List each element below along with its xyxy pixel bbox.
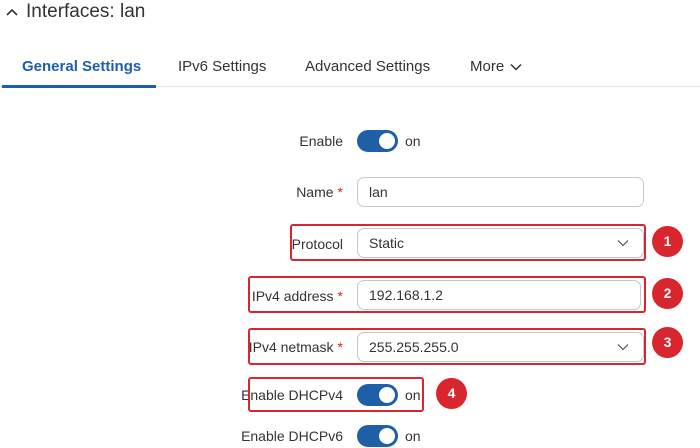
active-tab-indicator — [2, 85, 156, 88]
toggle-knob — [379, 133, 395, 149]
page-header: Interfaces: lan — [0, 0, 700, 28]
annotation-badge-2: 2 — [652, 278, 683, 309]
chevron-up-icon[interactable] — [4, 4, 20, 20]
enable-dhcpv6-label: Enable DHCPv6 — [241, 428, 343, 444]
enable-dhcpv6-state: on — [405, 428, 421, 444]
tab-advanced-settings[interactable]: Advanced Settings — [305, 58, 430, 75]
annotation-badge-3: 3 — [652, 327, 683, 358]
tab-more-label: More — [470, 58, 505, 75]
enable-toggle[interactable] — [357, 130, 398, 152]
enable-state: on — [405, 133, 421, 149]
required-mark: * — [337, 184, 343, 200]
annotation-badge-1: 1 — [652, 226, 683, 257]
enable-dhcpv6-toggle[interactable] — [357, 425, 398, 447]
tab-more[interactable]: More — [470, 58, 522, 75]
annotation-badge-4: 4 — [436, 378, 467, 409]
tab-ipv6-settings[interactable]: IPv6 Settings — [178, 58, 266, 75]
name-label: Name * — [296, 184, 343, 200]
chevron-down-icon — [510, 63, 522, 71]
toggle-knob — [379, 428, 395, 444]
highlight-box-dhcpv4 — [248, 377, 424, 412]
enable-label: Enable — [299, 133, 343, 149]
name-input[interactable]: lan — [357, 177, 644, 207]
highlight-box-protocol — [290, 224, 646, 261]
tab-general-settings[interactable]: General Settings — [22, 58, 141, 75]
highlight-box-ipv4-address — [248, 276, 646, 313]
name-label-text: Name — [296, 184, 334, 200]
tab-bar: General Settings IPv6 Settings Advanced … — [0, 52, 700, 88]
name-value: lan — [369, 184, 388, 200]
page-title: Interfaces: lan — [26, 1, 146, 22]
highlight-box-ipv4-netmask — [248, 328, 646, 365]
